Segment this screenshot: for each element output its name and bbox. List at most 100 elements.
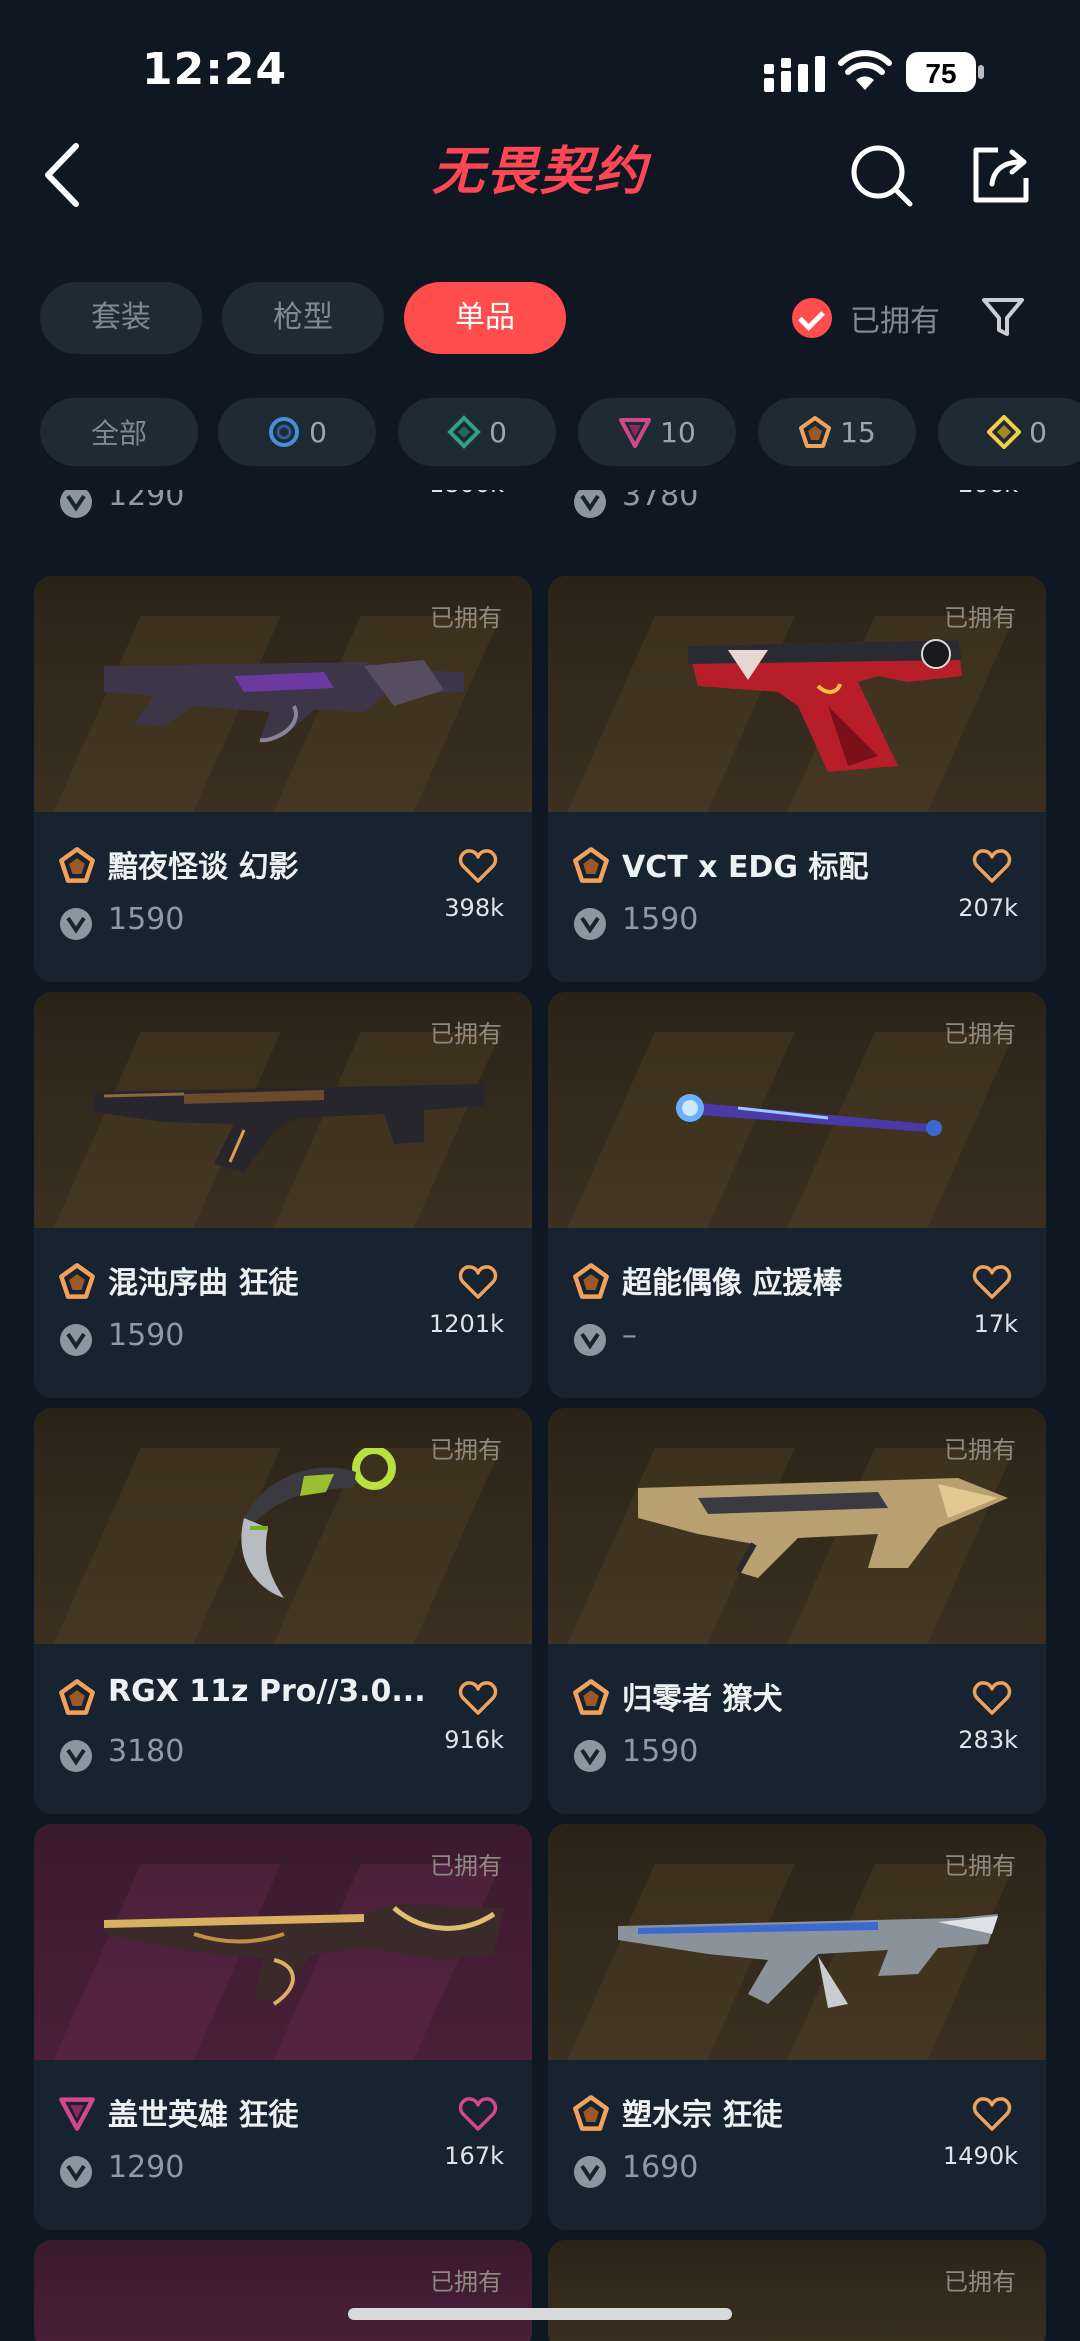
heart-icon[interactable] [458, 2096, 498, 2132]
exclusive-tier-icon [573, 1679, 609, 1715]
weapon-glowstick-image [676, 1094, 942, 1136]
item-card-partial[interactable]: 已拥有 [548, 2240, 1046, 2341]
battery-level: 75 [925, 58, 956, 89]
item-card[interactable]: 已拥有 黯夜怪谈 幻影 1590 398k [34, 576, 532, 982]
weapon-karambit-image [241, 1448, 396, 1598]
item-card-partial[interactable]: 1290 1800k [34, 490, 532, 520]
weapon-rifle-black-image [94, 1084, 484, 1172]
weapon-rifle-dark-image [104, 660, 464, 743]
item-image: 已拥有 [34, 1824, 532, 2060]
item-price: 3180 [108, 1734, 185, 1769]
owned-filter-toggle[interactable]: 已拥有 [792, 292, 940, 344]
weapon-rifle-ornate-image [104, 1904, 504, 2006]
exclusive-tier-icon [573, 2095, 609, 2131]
vp-currency-icon [574, 490, 606, 518]
rarity-count: 0 [309, 415, 327, 449]
item-card[interactable]: 已拥有 VCT x EDG 标配 1590 207k [548, 576, 1046, 982]
item-card-partial[interactable]: 已拥有 [34, 2240, 532, 2341]
exclusive-tier-icon [573, 847, 609, 883]
item-price: 1290 [108, 490, 185, 513]
select-tier-icon [269, 417, 300, 447]
item-price: 1690 [622, 2150, 699, 2185]
vp-currency-icon [574, 1324, 606, 1356]
home-indicator[interactable] [348, 2308, 732, 2320]
heart-icon[interactable] [458, 1680, 498, 1716]
status-time: 12:24 [142, 44, 288, 95]
tab-bundles[interactable]: 套装 [40, 282, 202, 354]
rarity-chip-select[interactable]: 0 [218, 398, 376, 466]
rarity-chip-all[interactable]: 全部 [40, 398, 198, 466]
owned-tag: 已拥有 [430, 1436, 502, 1464]
back-arrow-icon[interactable] [40, 140, 90, 210]
item-likes: 1201k [429, 1310, 504, 1338]
premium-tier-icon [59, 2097, 95, 2131]
item-price: 1590 [108, 902, 185, 937]
item-image: 已拥有 [34, 2240, 532, 2341]
exclusive-tier-icon [573, 1263, 609, 1299]
heart-icon[interactable] [458, 1264, 498, 1300]
owned-tag: 已拥有 [944, 604, 1016, 632]
item-likes: 167k [444, 2142, 504, 2170]
item-name: 归零者 獠犬 [622, 1682, 783, 1717]
item-price: – [622, 1318, 637, 1353]
owned-tag: 已拥有 [944, 1436, 1016, 1464]
item-card[interactable]: 已拥有 塑水宗 狂徒 1690 1490k [548, 1824, 1046, 2230]
item-likes: 207k [958, 894, 1018, 922]
heart-icon[interactable] [972, 1680, 1012, 1716]
heart-icon[interactable] [972, 1264, 1012, 1300]
weapon-pistol-red-image [688, 639, 962, 772]
item-likes: 916k [444, 1726, 504, 1754]
owned-tag: 已拥有 [944, 1020, 1016, 1048]
item-card[interactable]: 已拥有 盖世英雄 狂徒 1290 167k [34, 1824, 532, 2230]
search-icon[interactable] [850, 144, 914, 208]
item-card[interactable]: 已拥有 混沌序曲 狂徒 1590 1201k [34, 992, 532, 1398]
item-name: 塑水宗 狂徒 [622, 2098, 783, 2133]
vp-currency-icon [574, 2156, 606, 2188]
item-likes: 206k [958, 490, 1018, 498]
rarity-chip-deluxe[interactable]: 0 [398, 398, 556, 466]
deluxe-tier-icon [447, 415, 481, 449]
item-card[interactable]: 已拥有 归零者 獠犬 1590 283k [548, 1408, 1046, 1814]
weapon-rifle-silver-image [618, 1914, 998, 2008]
checked-icon [792, 298, 832, 338]
vp-currency-icon [574, 1740, 606, 1772]
rarity-chip-ultra[interactable]: 0 [938, 398, 1080, 466]
filter-funnel-icon[interactable] [980, 294, 1026, 340]
item-image: 已拥有 [548, 1824, 1046, 2060]
rarity-chip-label: 全部 [90, 417, 147, 450]
tab-single-items[interactable]: 单品 [404, 282, 566, 354]
owned-tag: 已拥有 [430, 1852, 502, 1880]
exclusive-tier-icon [59, 1263, 95, 1299]
item-price: 1590 [108, 1318, 185, 1353]
item-likes: 17k [973, 1310, 1018, 1338]
item-likes: 398k [444, 894, 504, 922]
owned-tag: 已拥有 [944, 1852, 1016, 1880]
heart-icon[interactable] [972, 848, 1012, 884]
item-card[interactable]: 已拥有 RGX 11z Pro//3.0... 3180 916k [34, 1408, 532, 1814]
item-grid: 1290 1800k 3780 206k 已拥有 黯夜怪谈 幻影 1590 39… [0, 490, 1080, 2341]
vp-currency-icon [60, 1324, 92, 1356]
item-price: 1290 [108, 2150, 185, 2185]
owned-tag: 已拥有 [430, 604, 502, 632]
rarity-count: 15 [840, 415, 876, 449]
share-icon[interactable] [970, 144, 1032, 206]
item-image: 已拥有 [548, 1408, 1046, 1644]
item-card[interactable]: 已拥有 超能偶像 应援棒 – 17k [548, 992, 1046, 1398]
rarity-chip-exclusive[interactable]: 15 [758, 398, 916, 466]
heart-icon[interactable] [972, 2096, 1012, 2132]
item-image: 已拥有 [34, 576, 532, 812]
item-card-partial[interactable]: 3780 206k [548, 490, 1046, 520]
item-likes: 283k [958, 1726, 1018, 1754]
owned-tag: 已拥有 [430, 1020, 502, 1048]
rarity-count: 10 [660, 415, 696, 449]
premium-tier-icon [619, 418, 652, 448]
vp-currency-icon [60, 490, 92, 518]
rarity-count: 0 [489, 415, 507, 449]
item-likes: 1800k [429, 490, 504, 498]
tab-weapon-type[interactable]: 枪型 [222, 282, 384, 354]
item-name: VCT x EDG 标配 [622, 850, 869, 885]
exclusive-tier-icon [799, 416, 832, 448]
heart-icon[interactable] [458, 848, 498, 884]
rarity-chip-premium[interactable]: 10 [578, 398, 736, 466]
item-image: 已拥有 [548, 576, 1046, 812]
